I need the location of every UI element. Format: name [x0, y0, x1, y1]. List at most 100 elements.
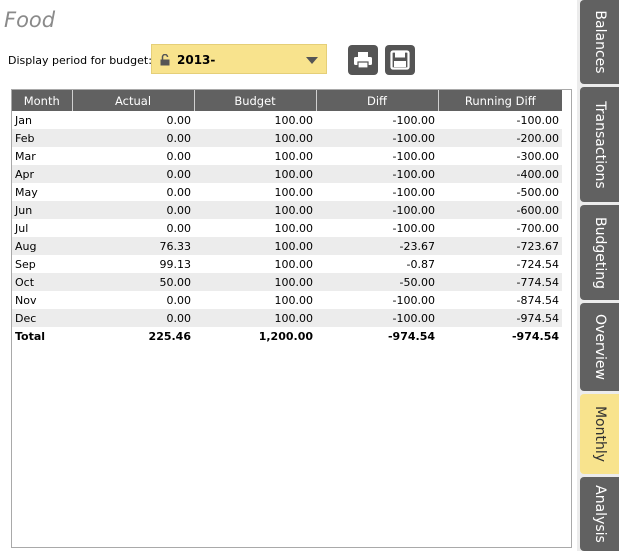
- diff-cell: -100.00: [316, 291, 438, 309]
- table-row[interactable]: Nov 0.00 100.00 -100.00 -874.54: [12, 291, 562, 309]
- running-diff-cell: -300.00: [438, 147, 562, 165]
- table-row[interactable]: Mar 0.00 100.00 -100.00 -300.00: [12, 147, 562, 165]
- tab-analysis[interactable]: Analysis: [580, 477, 619, 551]
- month-cell: Dec: [12, 309, 72, 327]
- tab-balances[interactable]: Balances: [580, 0, 619, 84]
- budget-cell: 100.00: [194, 273, 316, 291]
- tab-label: Budgeting: [591, 216, 608, 289]
- actual-cell: 0.00: [72, 165, 194, 183]
- budget-table-container: Month Actual Budget Diff Running Diff Ja…: [11, 89, 572, 548]
- budget-cell: 100.00: [194, 111, 316, 129]
- printer-icon: [354, 52, 372, 69]
- print-button[interactable]: [348, 45, 378, 75]
- budget-cell: 100.00: [194, 219, 316, 237]
- month-cell: Apr: [12, 165, 72, 183]
- diff-cell: -50.00: [316, 273, 438, 291]
- diff-cell: -100.00: [316, 111, 438, 129]
- side-tab-bar: Balances Transactions Budgeting Overview…: [577, 0, 619, 551]
- tab-monthly[interactable]: Monthly: [580, 394, 619, 474]
- budget-cell: 100.00: [194, 129, 316, 147]
- diff-cell: -100.00: [316, 147, 438, 165]
- actual-cell: 0.00: [72, 219, 194, 237]
- diff-cell: -100.00: [316, 129, 438, 147]
- running-diff-cell: -724.54: [438, 255, 562, 273]
- month-cell: Aug: [12, 237, 72, 255]
- table-row[interactable]: Aug 76.33 100.00 -23.67 -723.67: [12, 237, 562, 255]
- period-label: Display period for budget:: [8, 54, 152, 67]
- budget-cell: 100.00: [194, 291, 316, 309]
- total-label-cell: Total: [12, 327, 72, 345]
- table-row[interactable]: Sep 99.13 100.00 -0.87 -724.54: [12, 255, 562, 273]
- table-row[interactable]: Oct 50.00 100.00 -50.00 -774.54: [12, 273, 562, 291]
- running-diff-cell: -100.00: [438, 111, 562, 129]
- budget-cell: 100.00: [194, 183, 316, 201]
- tab-label: Monthly: [591, 405, 608, 463]
- diff-cell: -100.00: [316, 309, 438, 327]
- save-button[interactable]: [385, 45, 415, 75]
- column-header-budget[interactable]: Budget: [194, 90, 317, 111]
- period-dropdown[interactable]: 2013-: [151, 44, 327, 74]
- tab-overview[interactable]: Overview: [580, 303, 619, 391]
- tab-transactions[interactable]: Transactions: [580, 87, 619, 202]
- budget-cell: 100.00: [194, 309, 316, 327]
- chevron-down-icon: [306, 57, 318, 64]
- month-cell: Jun: [12, 201, 72, 219]
- month-cell: Jan: [12, 111, 72, 129]
- actual-cell: 0.00: [72, 201, 194, 219]
- total-running-diff-cell: -974.54: [438, 327, 562, 345]
- actual-cell: 99.13: [72, 255, 194, 273]
- diff-cell: -100.00: [316, 165, 438, 183]
- total-actual-cell: 225.46: [72, 327, 194, 345]
- table-row[interactable]: Feb 0.00 100.00 -100.00 -200.00: [12, 129, 562, 147]
- budget-cell: 100.00: [194, 255, 316, 273]
- table-row[interactable]: Dec 0.00 100.00 -100.00 -974.54: [12, 309, 562, 327]
- column-header-running-diff[interactable]: Running Diff: [438, 90, 562, 111]
- budget-cell: 100.00: [194, 165, 316, 183]
- running-diff-cell: -774.54: [438, 273, 562, 291]
- month-cell: May: [12, 183, 72, 201]
- unlock-icon: [160, 54, 170, 66]
- running-diff-cell: -600.00: [438, 201, 562, 219]
- table-row[interactable]: Apr 0.00 100.00 -100.00 -400.00: [12, 165, 562, 183]
- month-cell: Nov: [12, 291, 72, 309]
- running-diff-cell: -723.67: [438, 237, 562, 255]
- running-diff-cell: -974.54: [438, 309, 562, 327]
- tab-label: Balances: [591, 10, 608, 74]
- month-cell: Oct: [12, 273, 72, 291]
- running-diff-cell: -700.00: [438, 219, 562, 237]
- actual-cell: 50.00: [72, 273, 194, 291]
- actual-cell: 0.00: [72, 309, 194, 327]
- column-header-month[interactable]: Month: [12, 90, 73, 111]
- table-header-row: Month Actual Budget Diff Running Diff: [12, 90, 562, 111]
- total-diff-cell: -974.54: [316, 327, 438, 345]
- table-total-row: Total 225.46 1,200.00 -974.54 -974.54: [12, 327, 562, 345]
- actual-cell: 0.00: [72, 291, 194, 309]
- diff-cell: -100.00: [316, 201, 438, 219]
- floppy-disk-icon: [390, 50, 410, 70]
- tab-label: Analysis: [591, 485, 608, 543]
- diff-cell: -100.00: [316, 183, 438, 201]
- actual-cell: 0.00: [72, 183, 194, 201]
- diff-cell: -23.67: [316, 237, 438, 255]
- tab-budgeting[interactable]: Budgeting: [580, 205, 619, 300]
- budget-cell: 100.00: [194, 147, 316, 165]
- table-row[interactable]: Jan 0.00 100.00 -100.00 -100.00: [12, 111, 562, 129]
- diff-cell: -0.87: [316, 255, 438, 273]
- diff-cell: -100.00: [316, 219, 438, 237]
- column-header-actual[interactable]: Actual: [72, 90, 195, 111]
- column-header-diff[interactable]: Diff: [316, 90, 439, 111]
- actual-cell: 0.00: [72, 129, 194, 147]
- table-row[interactable]: Jun 0.00 100.00 -100.00 -600.00: [12, 201, 562, 219]
- running-diff-cell: -500.00: [438, 183, 562, 201]
- table-row[interactable]: Jul 0.00 100.00 -100.00 -700.00: [12, 219, 562, 237]
- table-row[interactable]: May 0.00 100.00 -100.00 -500.00: [12, 183, 562, 201]
- tab-label: Overview: [591, 314, 608, 380]
- running-diff-cell: -200.00: [438, 129, 562, 147]
- tab-label: Transactions: [591, 100, 608, 189]
- month-cell: Jul: [12, 219, 72, 237]
- budget-cell: 100.00: [194, 237, 316, 255]
- month-cell: Mar: [12, 147, 72, 165]
- monthly-budget-table: Month Actual Budget Diff Running Diff Ja…: [12, 90, 562, 345]
- running-diff-cell: -874.54: [438, 291, 562, 309]
- actual-cell: 0.00: [72, 111, 194, 129]
